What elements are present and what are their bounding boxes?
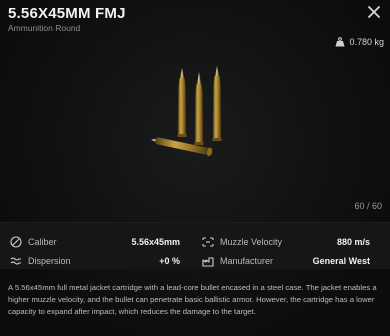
stats-band: Caliber 5.56x45mm Dispersion +0 % Muzzle…	[0, 222, 390, 269]
caliber-icon	[10, 236, 22, 248]
caliber-value: 5.56x45mm	[131, 237, 180, 247]
stack-count: 60 / 60	[354, 201, 382, 211]
stat-muzzle-velocity: Muzzle Velocity 880 m/s	[202, 232, 370, 252]
item-category: Ammunition Round	[8, 23, 81, 33]
muzzle-velocity-icon	[202, 237, 214, 247]
weight-icon	[335, 37, 345, 47]
dispersion-icon	[10, 257, 21, 265]
ammo-rounds-image	[150, 66, 222, 157]
muzzle-velocity-label: Muzzle Velocity	[220, 237, 283, 247]
item-weight: 0.780 kg	[335, 37, 384, 47]
round-standing-right	[212, 66, 222, 141]
round-standing-left	[177, 68, 187, 137]
stat-manufacturer: Manufacturer General West	[202, 251, 370, 271]
muzzle-velocity-value: 880 m/s	[336, 237, 370, 247]
round-standing-middle	[194, 72, 204, 145]
item-description: A 5.56x45mm full metal jacket cartridge …	[8, 283, 377, 316]
stat-dispersion: Dispersion +0 %	[10, 251, 180, 271]
manufacturer-label: Manufacturer	[220, 256, 274, 266]
stat-caliber: Caliber 5.56x45mm	[10, 232, 180, 252]
close-icon[interactable]	[366, 4, 382, 20]
caliber-label: Caliber	[28, 237, 57, 247]
manufacturer-icon	[202, 257, 214, 267]
item-inspect-panel: 5.56X45MM FMJ Ammunition Round 0.780 kg	[0, 0, 390, 336]
item-weight-value: 0.780 kg	[349, 37, 384, 47]
dispersion-value: +0 %	[159, 256, 180, 266]
round-lying	[150, 137, 213, 157]
manufacturer-value: General West	[312, 256, 370, 266]
dispersion-label: Dispersion	[28, 256, 71, 266]
item-title: 5.56X45MM FMJ	[8, 5, 126, 22]
